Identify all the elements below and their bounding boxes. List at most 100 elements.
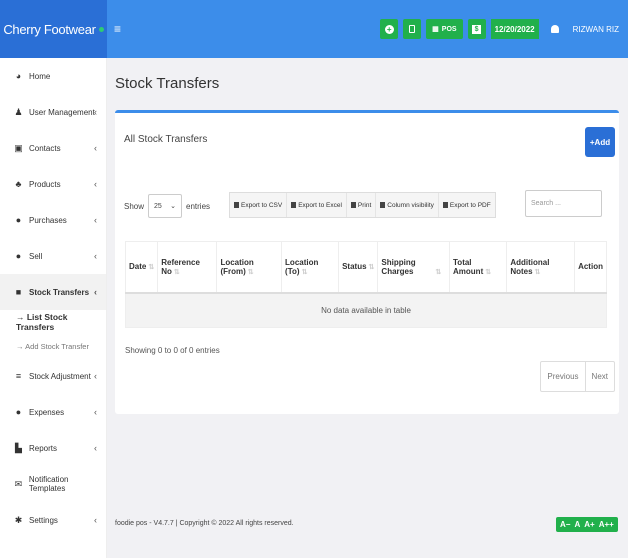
sidebar-item-sell[interactable]: ● Sell ‹ bbox=[0, 238, 106, 274]
font-decrease-button[interactable]: A− bbox=[560, 520, 570, 529]
money-icon: $ bbox=[472, 24, 482, 34]
empty-table-message: No data available in table bbox=[125, 292, 607, 328]
column-header-total-amount[interactable]: Total Amount ⇅ bbox=[449, 241, 508, 294]
sidebar-item-label: Expenses bbox=[29, 407, 65, 417]
column-header-location-to[interactable]: Location (To) ⇅ bbox=[281, 241, 340, 294]
font-reset-button[interactable]: A bbox=[574, 520, 580, 529]
page-title: Stock Transfers bbox=[115, 75, 220, 92]
chevron-left-icon: ‹ bbox=[94, 443, 97, 453]
dashboard-icon: ◕ bbox=[15, 71, 22, 81]
brand-logo[interactable]: Cherry Footwear bbox=[0, 0, 107, 58]
user-menu[interactable]: RIZWAN RIZ bbox=[573, 25, 619, 34]
column-header-date[interactable]: Date ⇅ bbox=[124, 241, 159, 294]
sidebar-item-purchases[interactable]: ● Purchases ‹ bbox=[0, 202, 106, 238]
chevron-left-icon: ‹ bbox=[94, 515, 97, 525]
sidebar-item-label: Stock Adjustment bbox=[29, 371, 91, 381]
print-button[interactable]: Print bbox=[347, 193, 377, 217]
bell-icon[interactable] bbox=[550, 23, 560, 35]
envelope-icon: ✉ bbox=[14, 478, 23, 489]
chart-icon: ▙ bbox=[15, 442, 22, 453]
column-header-status[interactable]: Status ⇅ bbox=[338, 241, 379, 294]
sidebar-item-label: Notification Templates bbox=[28, 475, 69, 493]
sidebar-item-label: Stock Transfers bbox=[29, 287, 90, 297]
column-header-shipping-charges[interactable]: Shipping Charges ⇅ bbox=[377, 241, 451, 294]
show-label: Show bbox=[124, 201, 145, 211]
minus-circle-icon: ● bbox=[15, 407, 22, 417]
column-header-location-from[interactable]: Location (From) ⇅ bbox=[216, 241, 283, 294]
entries-label: entries bbox=[186, 201, 211, 211]
address-book-icon: ▣ bbox=[14, 142, 23, 153]
export-pdf-button[interactable]: Export to PDF bbox=[439, 193, 495, 217]
export-csv-button[interactable]: Export to CSV bbox=[230, 193, 288, 217]
table-info: Showing 0 to 0 of 0 entries bbox=[125, 346, 220, 355]
entries-length-control: Show 25 ⌄ entries bbox=[124, 194, 210, 218]
column-header-action: Action bbox=[574, 241, 607, 294]
pos-icon: ▦ bbox=[432, 26, 439, 33]
sidebar-item-contacts[interactable]: ▣ Contacts ‹ bbox=[0, 130, 106, 166]
chevron-left-icon: ‹ bbox=[94, 179, 97, 189]
menu-toggle-icon[interactable]: ≡ bbox=[114, 22, 121, 36]
users-icon: ♟ bbox=[14, 106, 23, 117]
sidebar-item-label: Home bbox=[29, 71, 51, 81]
chevron-left-icon: ‹ bbox=[94, 107, 97, 117]
online-status-dot bbox=[98, 26, 104, 32]
sidebar-item-reports[interactable]: ▙ Reports ‹ bbox=[0, 430, 106, 466]
sidebar-subitem-list-stock-transfers[interactable]: → List Stock Transfers bbox=[0, 310, 106, 334]
add-button[interactable]: +Add bbox=[585, 127, 615, 157]
sidebar-item-expenses[interactable]: ● Expenses ‹ bbox=[0, 394, 106, 430]
cubes-icon: ♣ bbox=[15, 179, 22, 189]
file-pdf-icon bbox=[442, 202, 448, 208]
sidebar-item-home[interactable]: ◕ Home bbox=[0, 58, 106, 94]
column-header-reference-no[interactable]: Reference No ⇅ bbox=[157, 241, 218, 294]
column-visibility-label: Column visibility bbox=[387, 201, 434, 209]
font-increase-button[interactable]: A+ bbox=[584, 520, 594, 529]
pos-label: POS bbox=[441, 25, 457, 33]
calculator-icon bbox=[409, 25, 416, 33]
stock-transfers-table: Date ⇅ Reference No ⇅ Location (From) ⇅ Loc… bbox=[124, 241, 607, 328]
navbar-right: + ▦ POS $ 12/20/2022 RIZWAN RIZ bbox=[380, 19, 628, 39]
add-quick-button[interactable]: + bbox=[380, 19, 399, 39]
sidebar-item-settings[interactable]: ✱ Settings ‹ bbox=[0, 502, 106, 538]
sidebar-subitem-add-stock-transfer[interactable]: → Add Stock Transfer bbox=[0, 334, 106, 358]
entries-select-value: 25 bbox=[154, 202, 162, 210]
column-header-additional-notes[interactable]: Additional Notes ⇅ bbox=[506, 241, 576, 294]
sidebar-item-notification-templates[interactable]: ✉ Notification Templates bbox=[0, 466, 106, 502]
sidebar-item-stock-transfers[interactable]: ■ Stock Transfers ‹ bbox=[0, 274, 106, 310]
top-bar: Cherry Footwear ≡ + ▦ POS $ 12/20/2022 R… bbox=[0, 0, 628, 58]
sidebar-item-label: Purchases bbox=[29, 215, 67, 225]
chevron-down-icon: ⌄ bbox=[170, 203, 177, 210]
footer-copyright: foodie pos - V4.7.7 | Copyright © 2022 A… bbox=[115, 520, 294, 527]
sidebar-item-label: Products bbox=[29, 179, 61, 189]
sidebar-item-label: Sell bbox=[29, 251, 43, 261]
calculator-button[interactable] bbox=[403, 19, 422, 39]
sidebar-item-user-management[interactable]: ♟ User Management ‹ bbox=[0, 94, 106, 130]
main-content: Stock Transfers All Stock Transfers +Add… bbox=[107, 58, 628, 558]
chevron-left-icon: ‹ bbox=[94, 215, 97, 225]
arrow-circle-down-icon: ● bbox=[15, 215, 22, 225]
chevron-left-icon: ‹ bbox=[94, 143, 97, 153]
previous-page-button[interactable]: Previous bbox=[541, 362, 586, 391]
profit-loss-button[interactable]: $ bbox=[467, 19, 486, 39]
font-size-controls: A− A A+ A++ bbox=[556, 517, 618, 532]
arrow-circle-up-icon: ● bbox=[15, 251, 22, 261]
columns-icon bbox=[380, 202, 386, 208]
sidebar: ◕ Home ♟ User Management ‹ ▣ Contacts ‹ … bbox=[0, 58, 107, 558]
sidebar-item-label: Settings bbox=[29, 515, 58, 525]
pos-button[interactable]: ▦ POS bbox=[426, 19, 463, 39]
column-visibility-button[interactable]: Column visibility bbox=[376, 193, 439, 217]
search-input[interactable]: Search ... bbox=[525, 190, 602, 217]
entries-select[interactable]: 25 ⌄ bbox=[148, 194, 183, 218]
sidebar-item-products[interactable]: ♣ Products ‹ bbox=[0, 166, 106, 202]
export-excel-button[interactable]: Export to Excel bbox=[287, 193, 347, 217]
brand-name: Cherry Footwear bbox=[3, 21, 96, 37]
export-excel-label: Export to Excel bbox=[298, 201, 342, 209]
next-page-button[interactable]: Next bbox=[586, 362, 614, 391]
table-row: No data available in table bbox=[125, 292, 607, 328]
chevron-left-icon: ‹ bbox=[94, 407, 97, 417]
font-increase-more-button[interactable]: A++ bbox=[599, 520, 614, 529]
file-icon bbox=[234, 202, 239, 208]
sidebar-item-stock-adjustment[interactable]: ≡ Stock Adjustment ‹ bbox=[0, 358, 106, 394]
print-icon bbox=[350, 202, 356, 208]
sidebar-item-label: Contacts bbox=[29, 143, 61, 153]
chevron-left-icon: ‹ bbox=[94, 287, 97, 297]
